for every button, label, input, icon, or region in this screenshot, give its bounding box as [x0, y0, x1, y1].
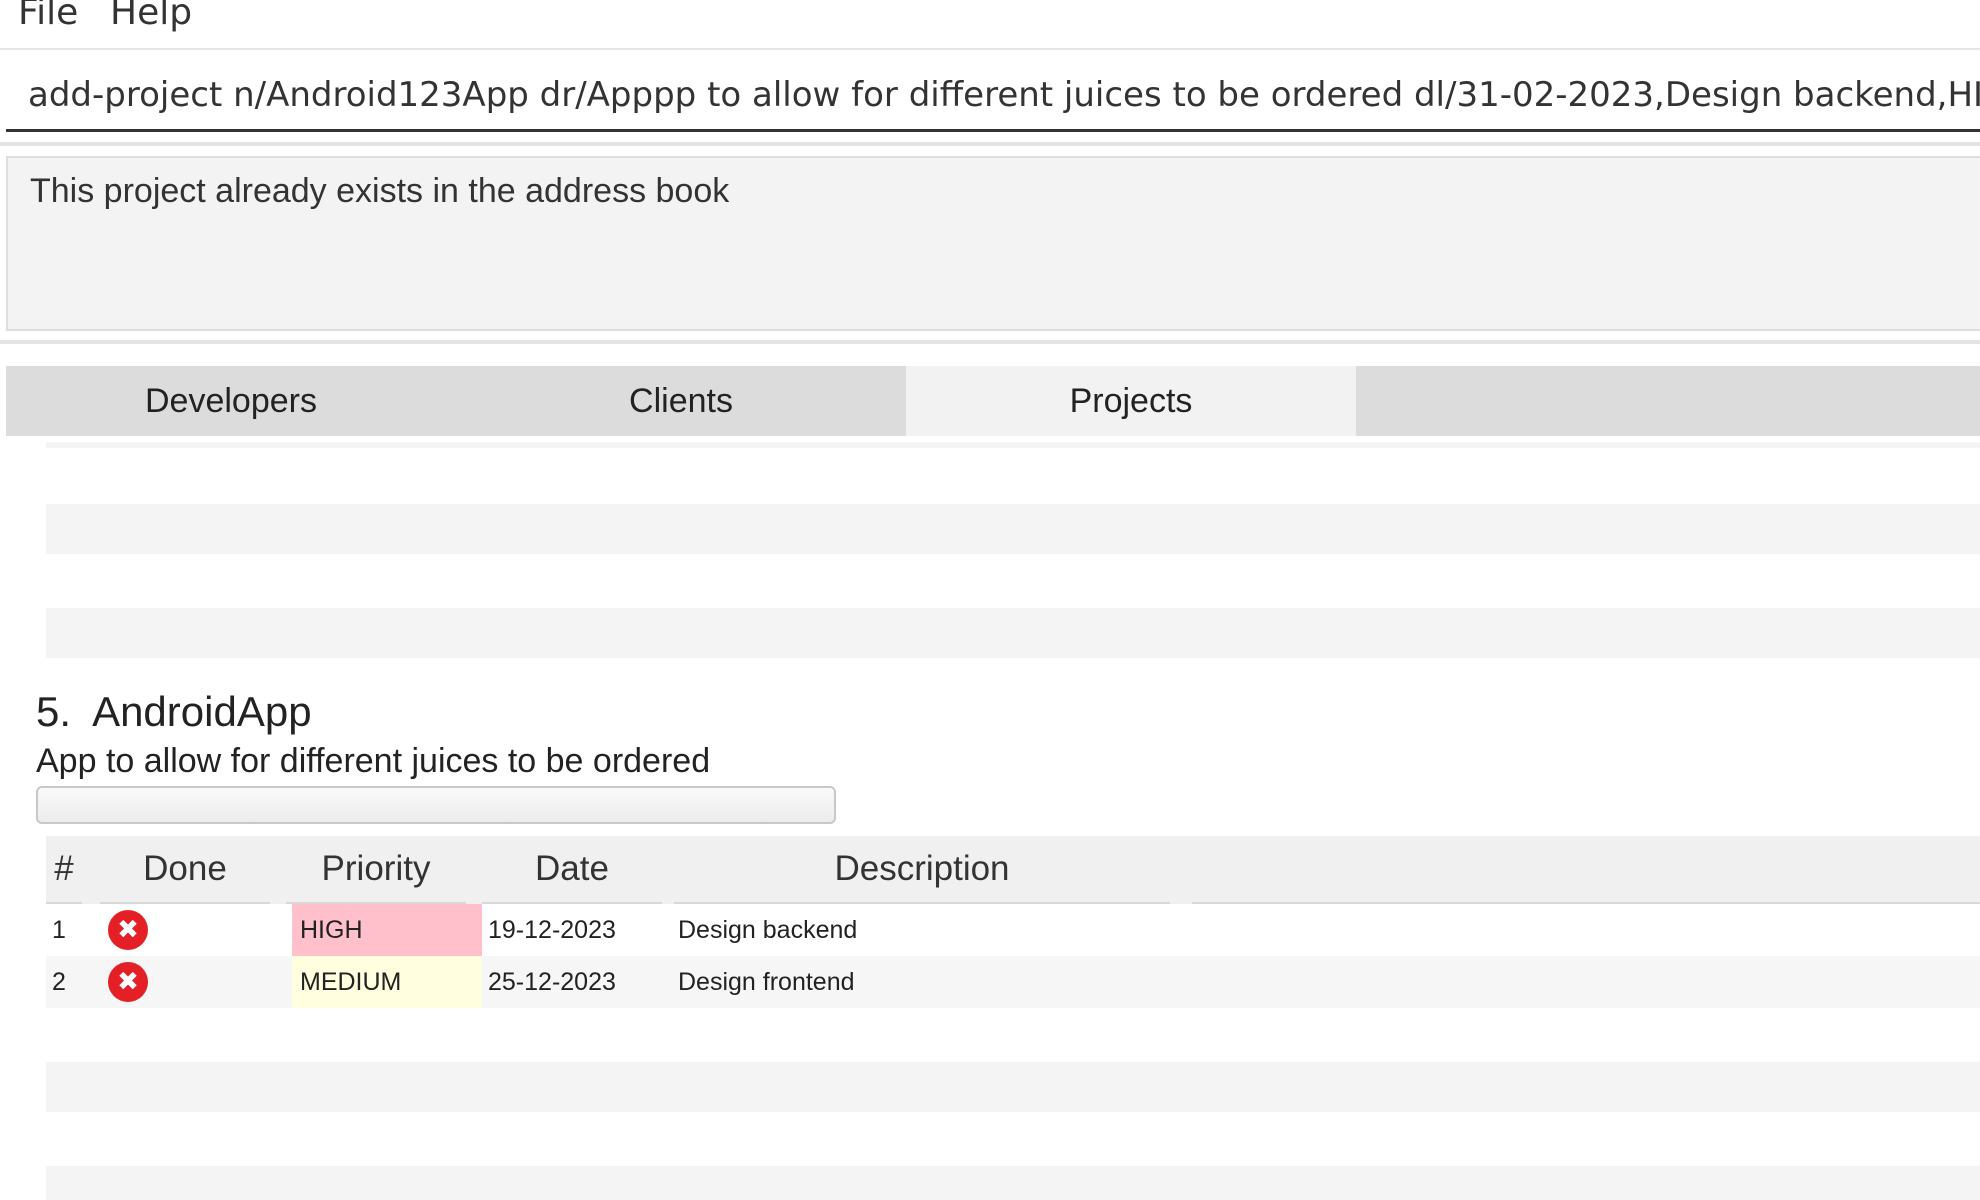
- tab-projects[interactable]: Projects: [906, 366, 1356, 436]
- project-name: AndroidApp: [92, 688, 312, 735]
- header-filler: [1192, 836, 1980, 904]
- project-progress-bar: [36, 786, 836, 824]
- header-date[interactable]: Date: [482, 836, 662, 904]
- header-index[interactable]: #: [46, 836, 82, 904]
- table-row[interactable]: 2 ✖ MEDIUM 25-12-2023 Design frontend: [46, 956, 1980, 1008]
- divider: [0, 142, 1980, 146]
- task-priority: MEDIUM: [292, 956, 482, 1008]
- close-circle-icon[interactable]: ✖: [108, 962, 148, 1002]
- header-done[interactable]: Done: [100, 836, 270, 904]
- task-table: # Done Priority Date Description 1 ✖ HIGH 1…: [46, 836, 1980, 1008]
- menu-help[interactable]: Help: [106, 0, 196, 33]
- task-index: 1: [52, 915, 66, 944]
- menu-bar: File Help: [0, 0, 1980, 50]
- project-description: App to allow for different juices to be …: [36, 742, 711, 780]
- task-rows: 1 ✖ HIGH 19-12-2023 Design backend 2 ✖ MEDIUM 25…: [46, 904, 1980, 1008]
- task-done-cell: ✖: [108, 904, 168, 956]
- list-stripe: [46, 1062, 1980, 1112]
- header-priority[interactable]: Priority: [286, 836, 466, 904]
- project-index: 5.: [36, 688, 72, 735]
- command-input-text: add-project n/Android123App dr/Apppp to …: [28, 75, 1980, 115]
- tab-developers[interactable]: Developers: [6, 366, 456, 436]
- table-header: # Done Priority Date Description: [46, 836, 1980, 904]
- divider: [0, 340, 1980, 344]
- task-priority: HIGH: [292, 904, 482, 956]
- list-stripe: [46, 504, 1980, 554]
- table-row[interactable]: 1 ✖ HIGH 19-12-2023 Design backend: [46, 904, 1980, 956]
- tab-bar: Developers Clients Projects: [6, 366, 1980, 436]
- list-stripe: [46, 1166, 1980, 1200]
- result-message: This project already exists in the addre…: [30, 172, 730, 210]
- task-index: 2: [52, 967, 66, 996]
- task-description: Design backend: [678, 915, 858, 944]
- task-description: Design frontend: [678, 967, 855, 996]
- list-stripe: [46, 608, 1980, 658]
- task-done-cell: ✖: [108, 956, 168, 1008]
- task-date: 19-12-2023: [488, 915, 616, 944]
- close-circle-icon[interactable]: ✖: [108, 910, 148, 950]
- result-display: This project already exists in the addre…: [6, 156, 1980, 331]
- list-stripe: [46, 442, 1980, 448]
- command-input[interactable]: add-project n/Android123App dr/Apppp to …: [6, 60, 1980, 132]
- header-description[interactable]: Description: [674, 836, 1170, 904]
- tab-clients[interactable]: Clients: [456, 366, 906, 436]
- project-title[interactable]: 5. AndroidApp: [36, 688, 312, 736]
- task-date: 25-12-2023: [488, 967, 616, 996]
- menu-file[interactable]: File: [14, 0, 82, 33]
